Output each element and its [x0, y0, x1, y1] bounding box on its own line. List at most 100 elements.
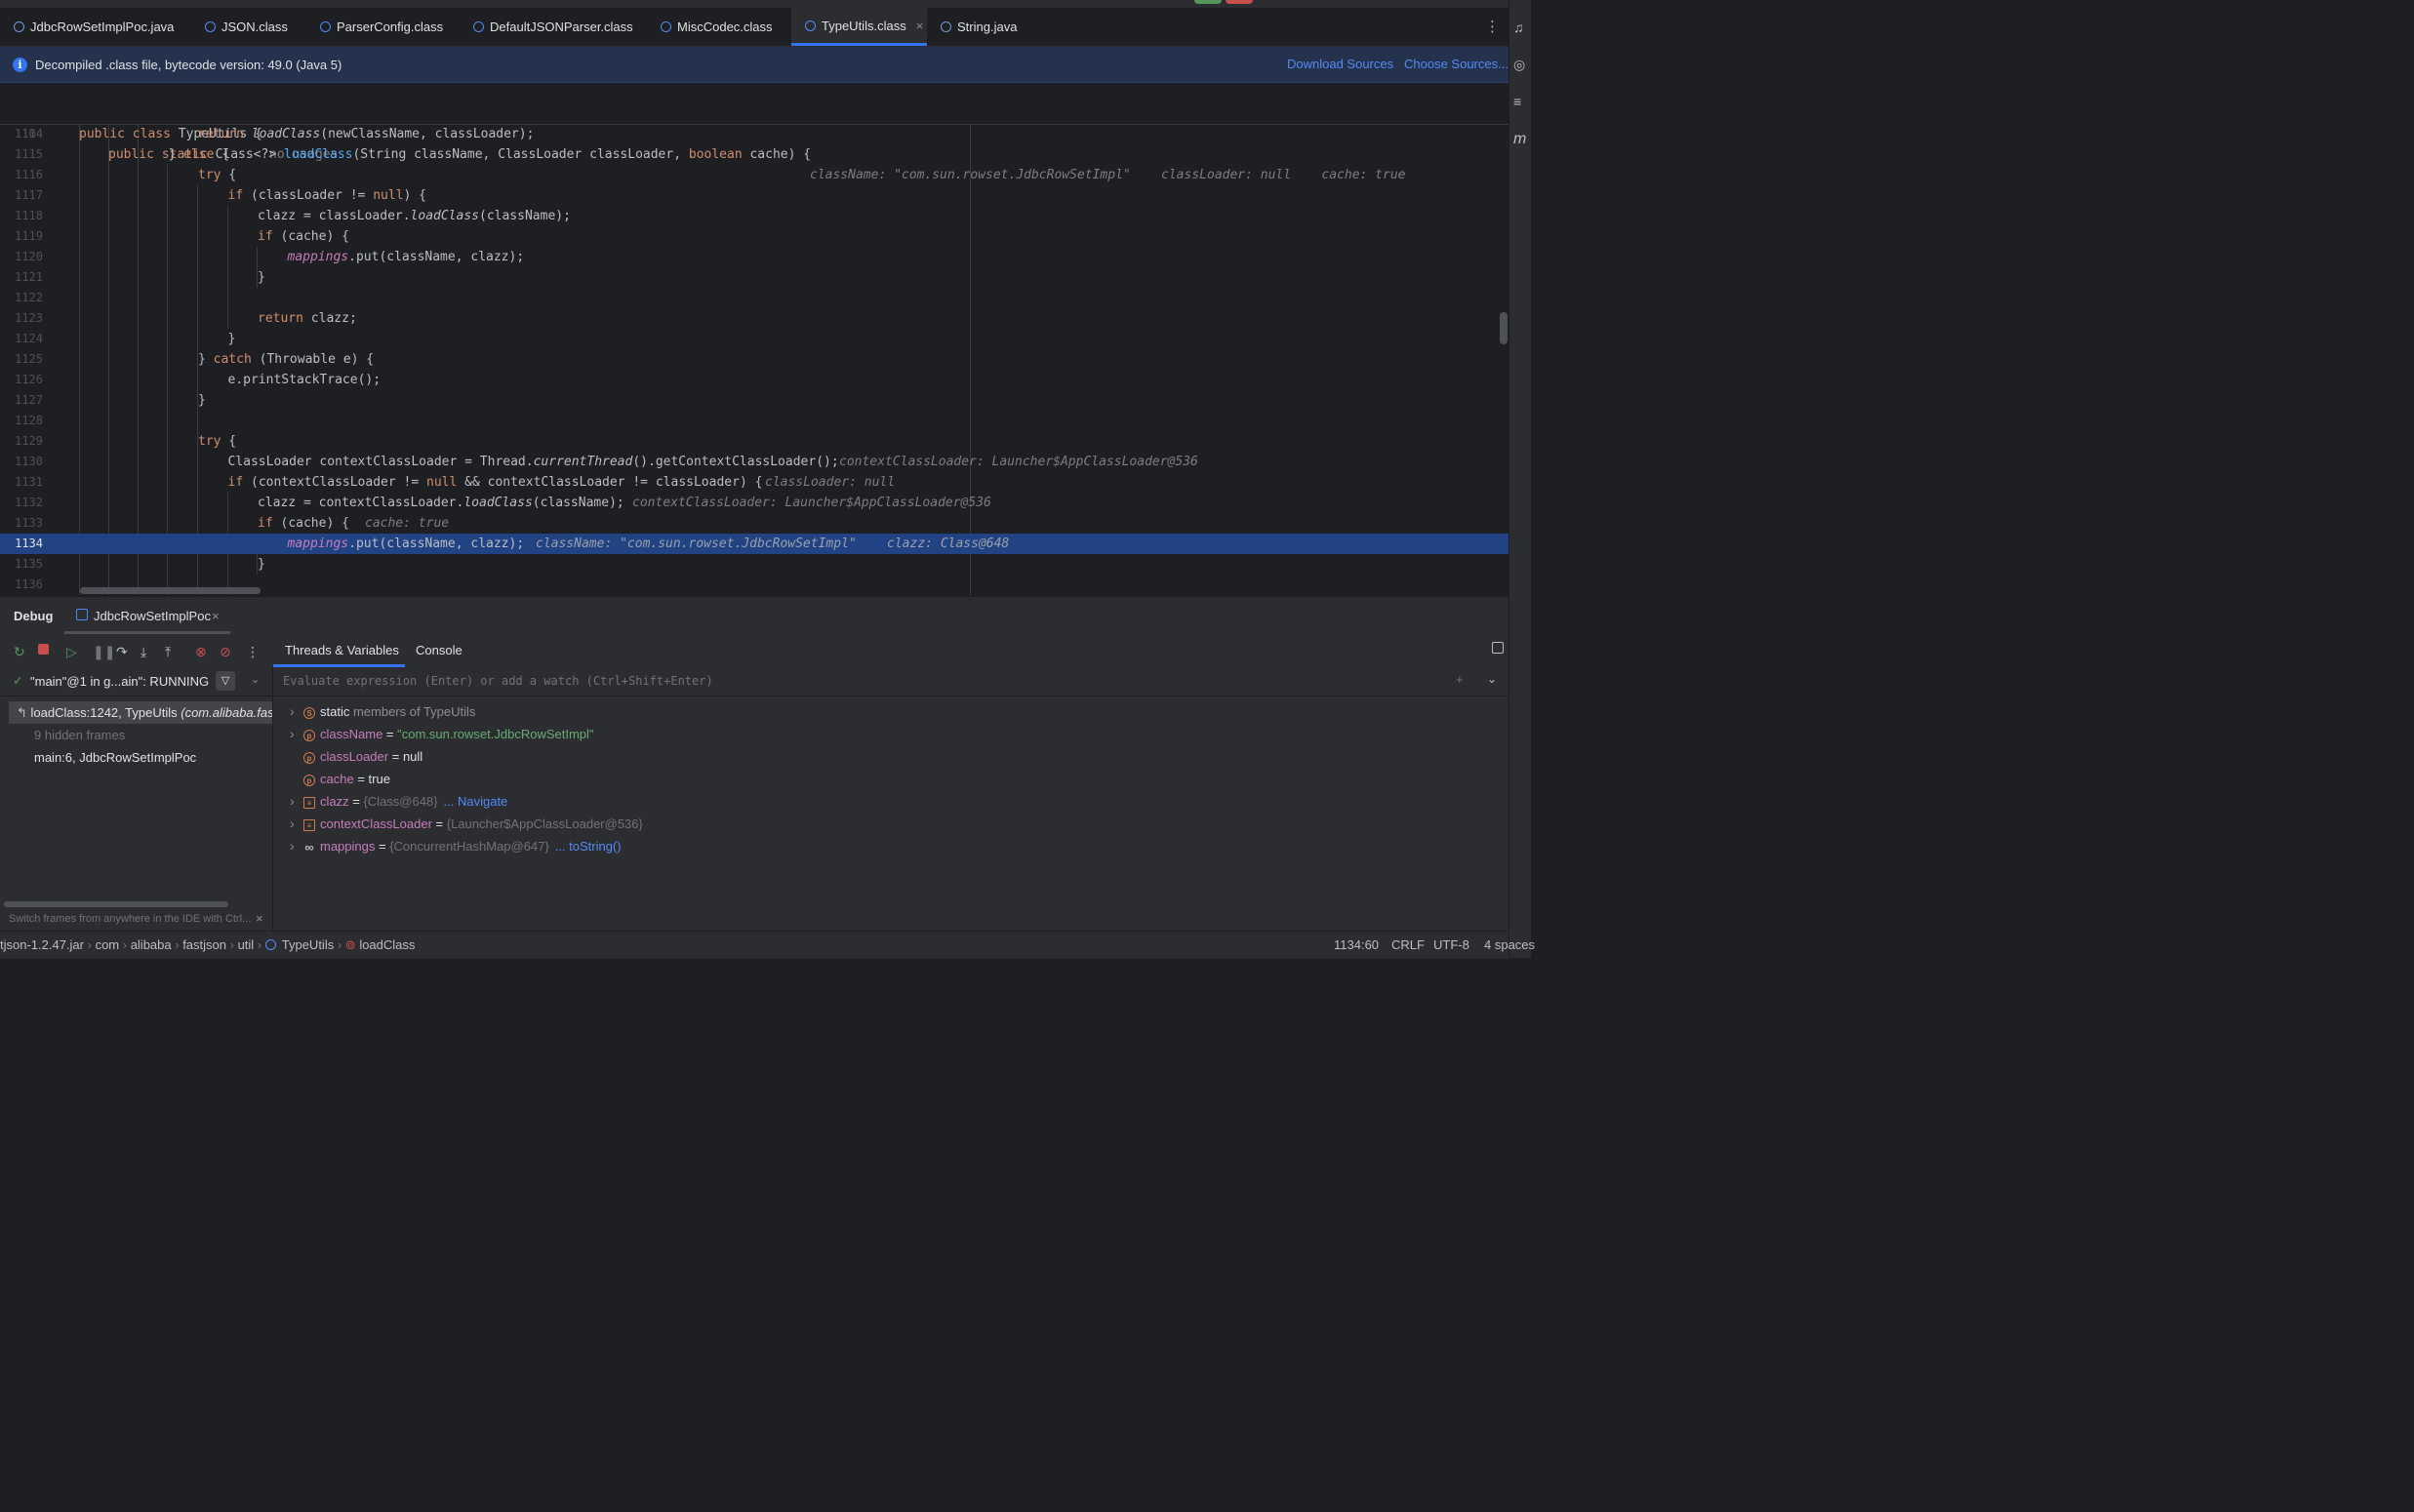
sticky-line[interactable]: 75 public class TypeUtils { no usages	[0, 83, 1509, 162]
line-number[interactable]: 1117	[0, 185, 43, 206]
line-number[interactable]: 1125	[0, 349, 43, 370]
close-session-icon[interactable]: ×	[212, 609, 220, 623]
pause-icon[interactable]: ❚❚	[93, 644, 115, 660]
caret-position[interactable]: 1134:60	[1334, 937, 1379, 952]
code-line[interactable]: 1120 mappings.put(className, clazz);	[0, 247, 1509, 267]
variable-action-link[interactable]: ... toString()	[555, 839, 622, 854]
line-number[interactable]: 1115	[0, 144, 43, 165]
code-line[interactable]: 1135}	[0, 554, 1509, 575]
line-number[interactable]: 1118	[0, 206, 43, 226]
vertical-scrollbar[interactable]	[1500, 312, 1508, 344]
code-line[interactable]: 1121}	[0, 267, 1509, 288]
expand-chevron-icon[interactable]: ›	[290, 835, 303, 857]
view-breakpoints-icon[interactable]: ⊗	[195, 644, 207, 660]
code-line[interactable]: 1125} catch (Throwable e) {	[0, 349, 1509, 370]
database-icon[interactable]: ≡	[1513, 94, 1521, 109]
mute-breakpoints-icon[interactable]: ⊘	[220, 644, 231, 660]
frame-item[interactable]: main:6, JdbcRowSetImplPoc	[34, 746, 196, 769]
evaluate-expression-row[interactable]: Evaluate expression (Enter) or add a wat…	[273, 667, 1509, 696]
sticky-line[interactable]: 1104 public static Class<?> loadClass(St…	[0, 103, 1509, 182]
line-number[interactable]: 1121	[0, 267, 43, 288]
code-editor[interactable]: 75 public class TypeUtils { no usages 11…	[0, 83, 1509, 595]
code-line[interactable]: 1133 if (cache) {cache: true	[0, 513, 1509, 534]
line-number[interactable]: 1119	[0, 226, 43, 247]
rerun-icon[interactable]: ↻	[14, 644, 25, 660]
code-line[interactable]: 1117 if (classLoader != null) {	[0, 185, 1509, 206]
code-line[interactable]: 1123 return clazz;	[0, 308, 1509, 329]
step-over-icon[interactable]: ↷	[116, 644, 128, 660]
expand-chevron-icon[interactable]: ›	[290, 790, 303, 813]
step-out-icon[interactable]: ⤒	[165, 644, 171, 660]
code-line[interactable]: 1128	[0, 411, 1509, 431]
download-sources-link[interactable]: Download Sources	[1287, 57, 1393, 71]
step-into-icon[interactable]: ⤓	[141, 644, 146, 660]
line-number[interactable]: 1128	[0, 411, 43, 431]
line-number[interactable]: 1127	[0, 390, 43, 411]
code-line[interactable]: 1124}	[0, 329, 1509, 349]
variable-row[interactable]: › p className = "com.sun.rowset.JdbcRowSet…	[290, 723, 594, 745]
ai-assistant-icon[interactable]: ◎	[1513, 57, 1525, 73]
notifications-icon[interactable]: ♫	[1513, 20, 1524, 35]
resume-icon[interactable]: ▷	[66, 644, 77, 660]
add-watch-icon[interactable]: +	[1456, 672, 1464, 687]
line-number[interactable]: 1135	[0, 554, 43, 575]
code-line[interactable]: 1122	[0, 288, 1509, 308]
maven-icon[interactable]: m	[1513, 131, 1526, 148]
line-number[interactable]: 1136	[0, 575, 43, 595]
line-number[interactable]: 1114	[0, 124, 43, 144]
line-number[interactable]: 1132	[0, 493, 43, 513]
variable-row[interactable]: › ≡ contextClassLoader = {Launcher$AppClas…	[290, 813, 643, 835]
tab-misccodec-class[interactable]: MiscCodec.class	[647, 8, 791, 46]
tab-string-java[interactable]: String.java	[927, 8, 1040, 46]
stop-icon[interactable]	[38, 644, 49, 655]
line-number[interactable]: 1126	[0, 370, 43, 390]
line-number[interactable]: 1116	[0, 165, 43, 185]
variable-row[interactable]: › Sstatic members of TypeUtils	[290, 700, 475, 723]
expand-chevron-icon[interactable]: ›	[290, 723, 303, 745]
line-number[interactable]: 1133	[0, 513, 43, 534]
line-separator[interactable]: CRLF	[1391, 937, 1425, 952]
code-line[interactable]: 1131 if (contextClassLoader != null && co…	[0, 472, 1509, 493]
line-number[interactable]: 1134	[0, 534, 43, 554]
evaluate-input[interactable]: Evaluate expression (Enter) or add a wat…	[283, 674, 713, 688]
line-number[interactable]: 1120	[0, 247, 43, 267]
variable-row[interactable]: p classLoader = null	[290, 745, 422, 768]
filter-icon[interactable]: ▽	[216, 671, 235, 691]
more-actions-icon[interactable]: ⋮	[246, 644, 260, 660]
line-number[interactable]: 1129	[0, 431, 43, 452]
code-line[interactable]: 1115} else {	[0, 144, 1509, 165]
tab-console[interactable]: Console	[416, 643, 463, 657]
more-tabs-icon[interactable]: ⋮	[1485, 18, 1500, 35]
line-number[interactable]: 1130	[0, 452, 43, 472]
line-number[interactable]: 1131	[0, 472, 43, 493]
choose-sources-link[interactable]: Choose Sources...	[1404, 57, 1509, 71]
code-line[interactable]: 1132 clazz = contextClassLoader.loadClass…	[0, 493, 1509, 513]
code-line[interactable]: 1118 clazz = classLoader.loadClass(classN…	[0, 206, 1509, 226]
code-line[interactable]: 1129 try {	[0, 431, 1509, 452]
file-encoding[interactable]: UTF-8	[1433, 937, 1469, 952]
variable-row[interactable]: › ∞ mappings = {ConcurrentHashMap@647}... …	[290, 835, 622, 857]
indent-setting[interactable]: 4 spaces	[1484, 937, 1535, 952]
code-line[interactable]: 1116 try {	[0, 165, 1509, 185]
current-execution-line[interactable]: 1134 mappings.put(className, clazz); class…	[0, 534, 1509, 554]
variable-row[interactable]: › ≡ clazz = {Class@648}... Navigate	[290, 790, 507, 813]
expand-chevron-icon[interactable]: ›	[290, 813, 303, 835]
close-hint-icon[interactable]: ×	[256, 911, 263, 926]
line-number[interactable]: 1124	[0, 329, 43, 349]
tab-threads-variables[interactable]: Threads & Variables	[273, 634, 405, 667]
close-tab-icon[interactable]: ×	[916, 19, 924, 33]
tab-jdbcrowsetimplpoc[interactable]: JdbcRowSetImplPoc.java	[0, 8, 191, 46]
hidden-frames-item[interactable]: 9 hidden frames	[34, 724, 125, 746]
chevron-down-icon[interactable]: ⌄	[251, 673, 260, 686]
code-line[interactable]: 1127}	[0, 390, 1509, 411]
layout-icon[interactable]	[1492, 642, 1504, 654]
debug-session-tab[interactable]: JdbcRowSetImplPoc ×	[64, 597, 230, 634]
line-number[interactable]: 1122	[0, 288, 43, 308]
tab-typeutils-class[interactable]: TypeUtils.class ×	[791, 8, 927, 46]
thread-selector[interactable]: ✓ "main"@1 in g...ain": RUNNING ▽ ⌄	[0, 667, 272, 696]
variable-action-link[interactable]: ... Navigate	[444, 794, 508, 809]
tab-json-class[interactable]: JSON.class	[191, 8, 306, 46]
code-line[interactable]: 1114 return loadClass(newClassName, class…	[0, 124, 1509, 144]
line-number[interactable]: 1123	[0, 308, 43, 329]
tab-parserconfig-class[interactable]: ParserConfig.class	[306, 8, 460, 46]
